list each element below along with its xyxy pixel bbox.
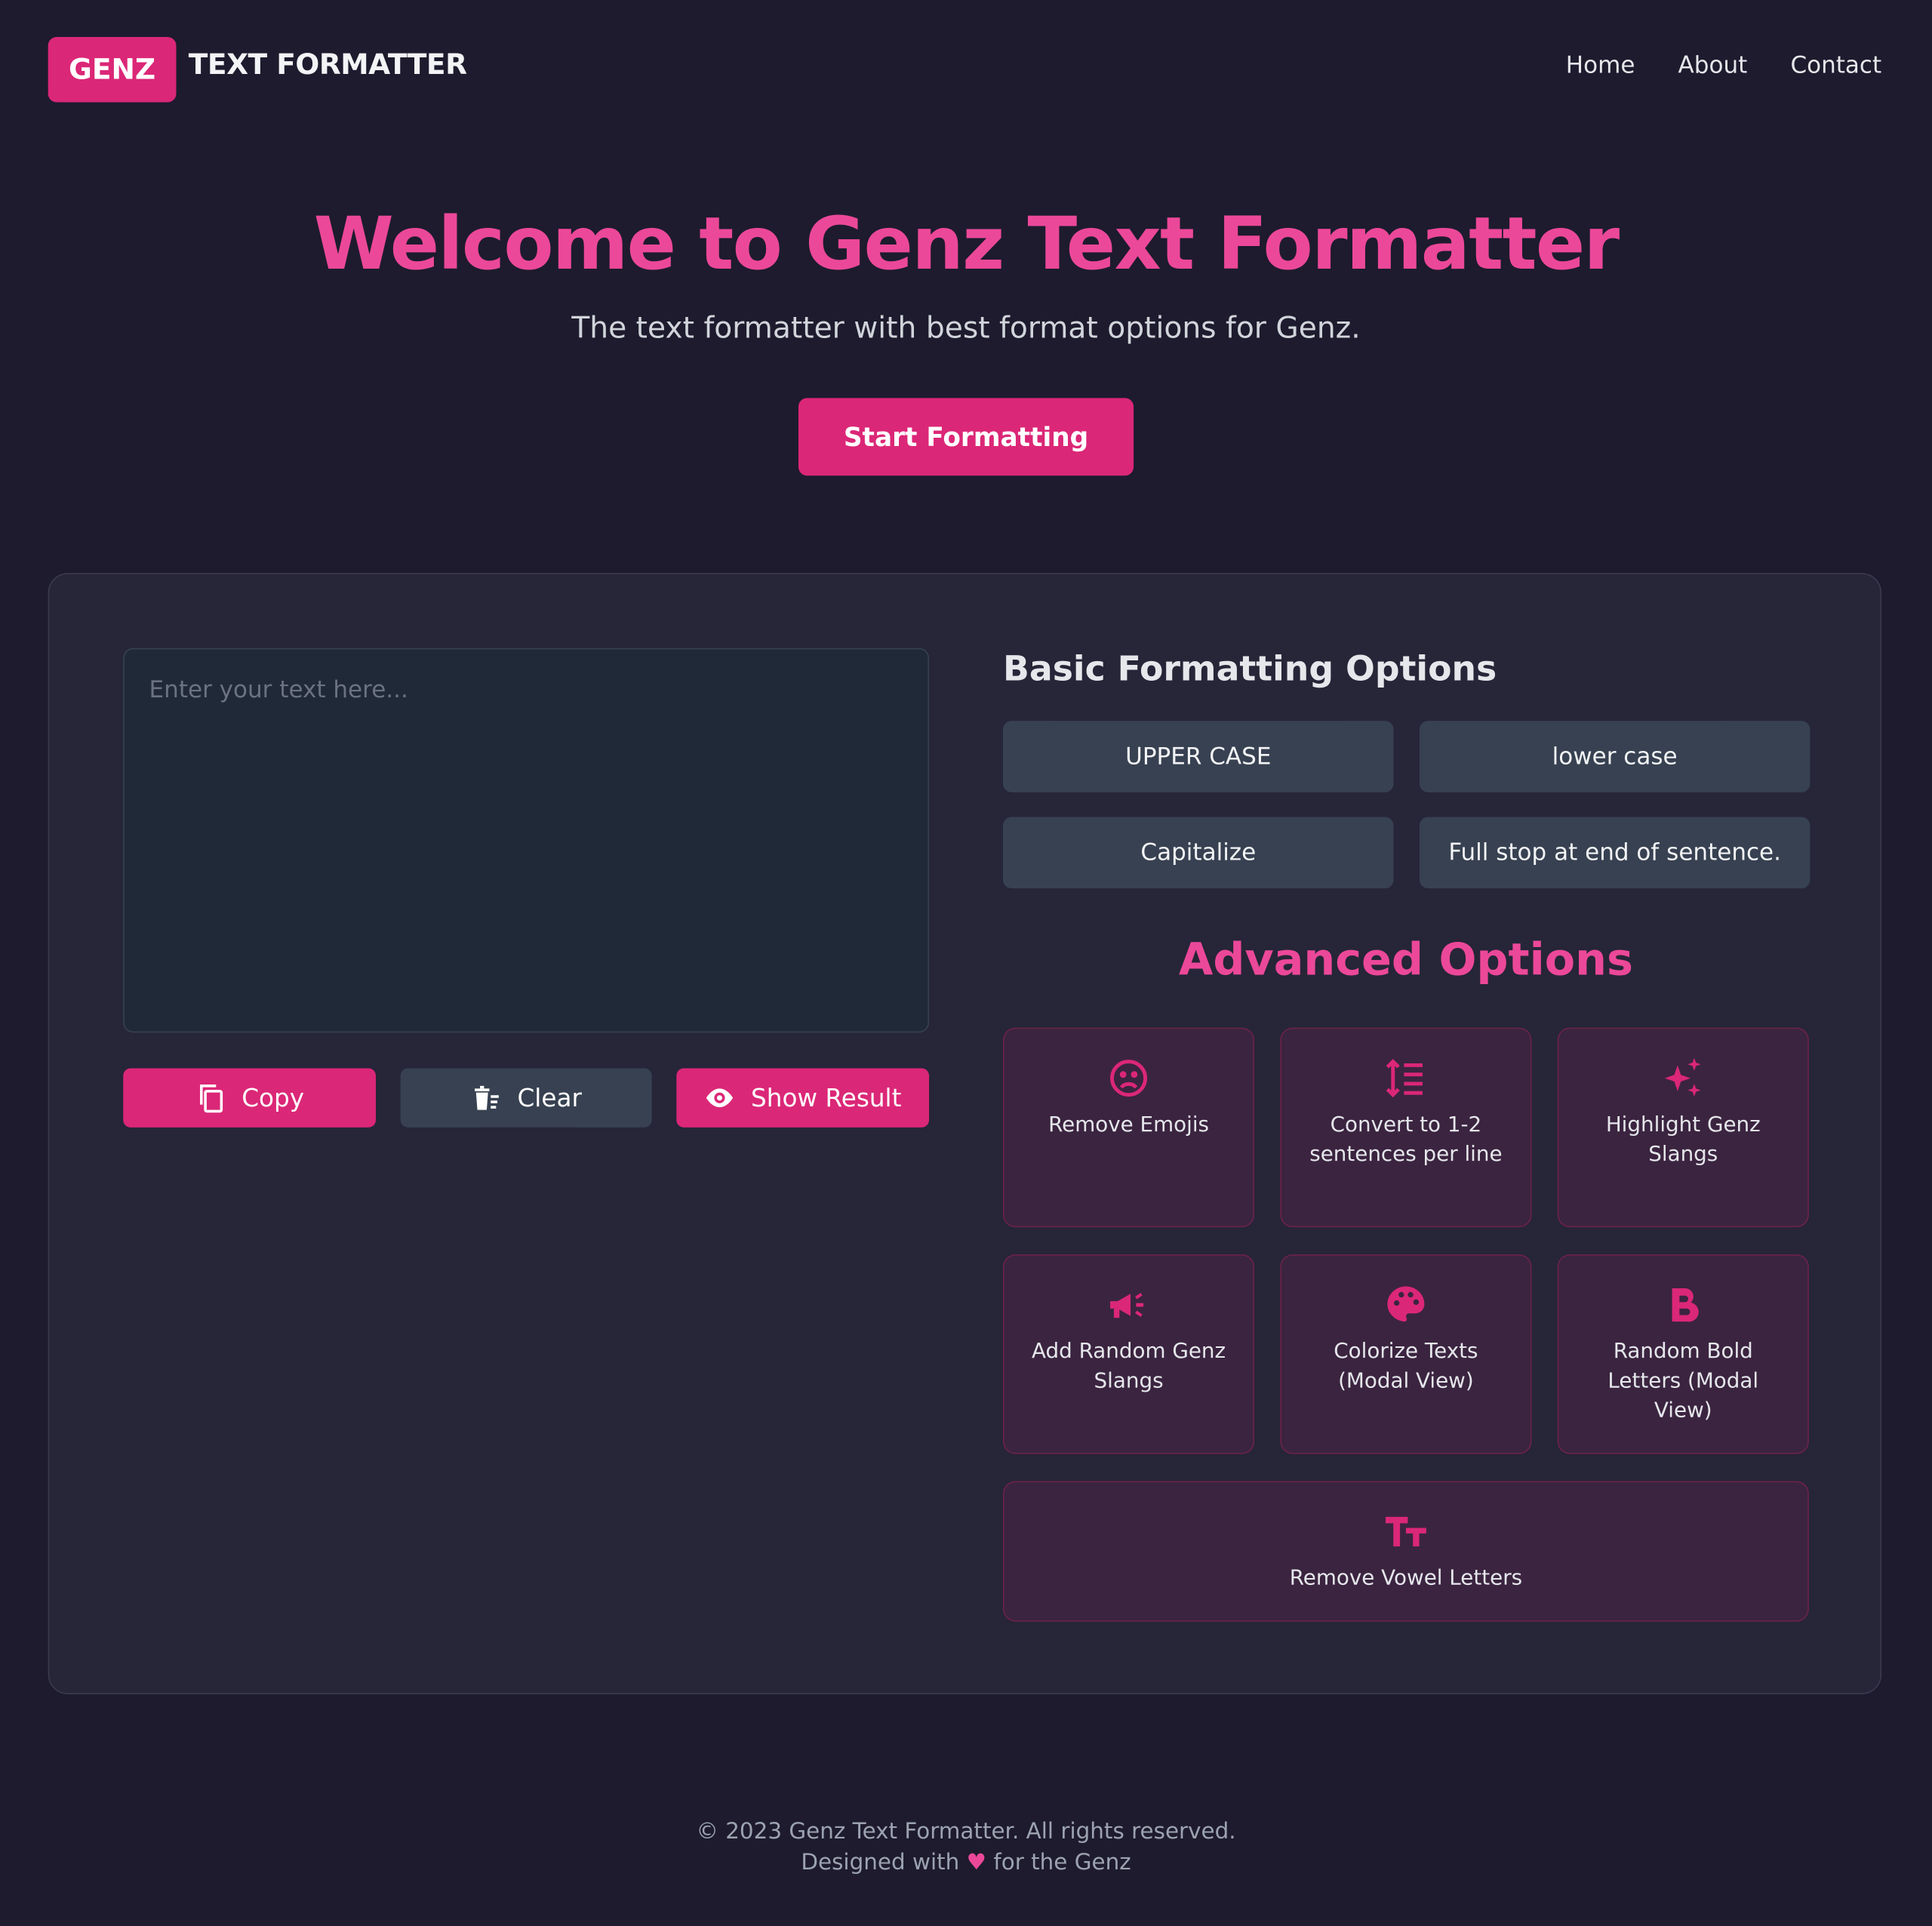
nav-home[interactable]: Home bbox=[1566, 52, 1635, 79]
bold-icon bbox=[1672, 1288, 1699, 1322]
start-formatting-button[interactable]: Start Formatting bbox=[798, 398, 1134, 476]
clear-button[interactable]: Clear bbox=[400, 1068, 652, 1128]
sentences-per-line-label: Convert to 1-2 sentences per line bbox=[1309, 1112, 1503, 1168]
nav-about[interactable]: About bbox=[1678, 52, 1748, 79]
site-header: GENZ TEXT FORMATTER Home About Contact bbox=[0, 0, 1932, 138]
main-nav: Home About Contact bbox=[1566, 52, 1881, 79]
text-height-icon bbox=[1385, 1516, 1426, 1547]
highlight-slangs-card[interactable]: Highlight Genz Slangs bbox=[1557, 1027, 1809, 1228]
remove-vowels-label: Remove Vowel Letters bbox=[1289, 1566, 1523, 1591]
line-spacing-icon bbox=[1386, 1059, 1423, 1098]
lowercase-button[interactable]: lower case bbox=[1419, 721, 1810, 792]
sparkles-icon bbox=[1664, 1057, 1701, 1097]
sentences-per-line-card[interactable]: Convert to 1-2 sentences per line bbox=[1280, 1027, 1532, 1228]
basic-options-title: Basic Formatting Options bbox=[1003, 648, 1497, 689]
hero-subtitle: The text formatter with best format opti… bbox=[571, 310, 1361, 346]
designed-suffix: for the Genz bbox=[993, 1849, 1131, 1875]
eye-icon bbox=[706, 1088, 734, 1108]
add-random-slangs-label: Add Random Genz Slangs bbox=[1032, 1339, 1226, 1394]
nav-contact[interactable]: Contact bbox=[1790, 52, 1881, 79]
sad-face-icon bbox=[1110, 1060, 1148, 1097]
trash-icon bbox=[474, 1085, 499, 1110]
random-bold-card[interactable]: Random Bold Letters (Modal View) bbox=[1557, 1254, 1809, 1454]
random-bold-label: Random Bold Letters (Modal View) bbox=[1607, 1339, 1759, 1423]
capitalize-button[interactable]: Capitalize bbox=[1003, 817, 1394, 889]
logo-badge[interactable]: GENZ bbox=[48, 36, 177, 103]
add-random-slangs-card[interactable]: Add Random Genz Slangs bbox=[1003, 1254, 1255, 1454]
show-result-button[interactable]: Show Result bbox=[676, 1068, 930, 1128]
advanced-options-title: Advanced Options bbox=[1178, 935, 1633, 986]
heart-icon: ♥ bbox=[966, 1849, 987, 1875]
copyright-text: © 2023 Genz Text Formatter. All rights r… bbox=[696, 1818, 1236, 1845]
remove-vowels-card[interactable]: Remove Vowel Letters bbox=[1003, 1481, 1809, 1622]
colorize-texts-label: Colorize Texts (Modal View) bbox=[1334, 1339, 1478, 1394]
logo-text[interactable]: TEXT FORMATTER bbox=[189, 49, 467, 81]
text-input-placeholder: Enter your text here... bbox=[149, 676, 408, 704]
copy-button[interactable]: Copy bbox=[123, 1068, 376, 1128]
text-input[interactable]: Enter your text here... bbox=[123, 648, 930, 1033]
remove-emojis-card[interactable]: Remove Emojis bbox=[1003, 1027, 1255, 1228]
site-footer: © 2023 Genz Text Formatter. All rights r… bbox=[0, 1817, 1932, 1878]
copy-button-label: Copy bbox=[242, 1083, 305, 1113]
palette-icon bbox=[1387, 1286, 1425, 1322]
megaphone-icon bbox=[1110, 1293, 1144, 1318]
colorize-texts-card[interactable]: Colorize Texts (Modal View) bbox=[1280, 1254, 1532, 1454]
designed-prefix: Designed with bbox=[801, 1849, 960, 1875]
clear-button-label: Clear bbox=[517, 1083, 582, 1113]
formatter-panel: Enter your text here... Copy Clear Show … bbox=[48, 573, 1882, 1694]
show-result-button-label: Show Result bbox=[751, 1083, 902, 1113]
hero-title: Welcome to Genz Text Formatter bbox=[313, 201, 1620, 286]
copy-icon bbox=[200, 1085, 223, 1113]
full-stop-button[interactable]: Full stop at end of sentence. bbox=[1419, 817, 1810, 889]
remove-emojis-label: Remove Emojis bbox=[1048, 1112, 1210, 1137]
uppercase-button[interactable]: UPPER CASE bbox=[1003, 721, 1394, 792]
designed-with-line: Designed with ♥ for the Genz bbox=[0, 1847, 1932, 1878]
highlight-slangs-label: Highlight Genz Slangs bbox=[1605, 1112, 1761, 1168]
